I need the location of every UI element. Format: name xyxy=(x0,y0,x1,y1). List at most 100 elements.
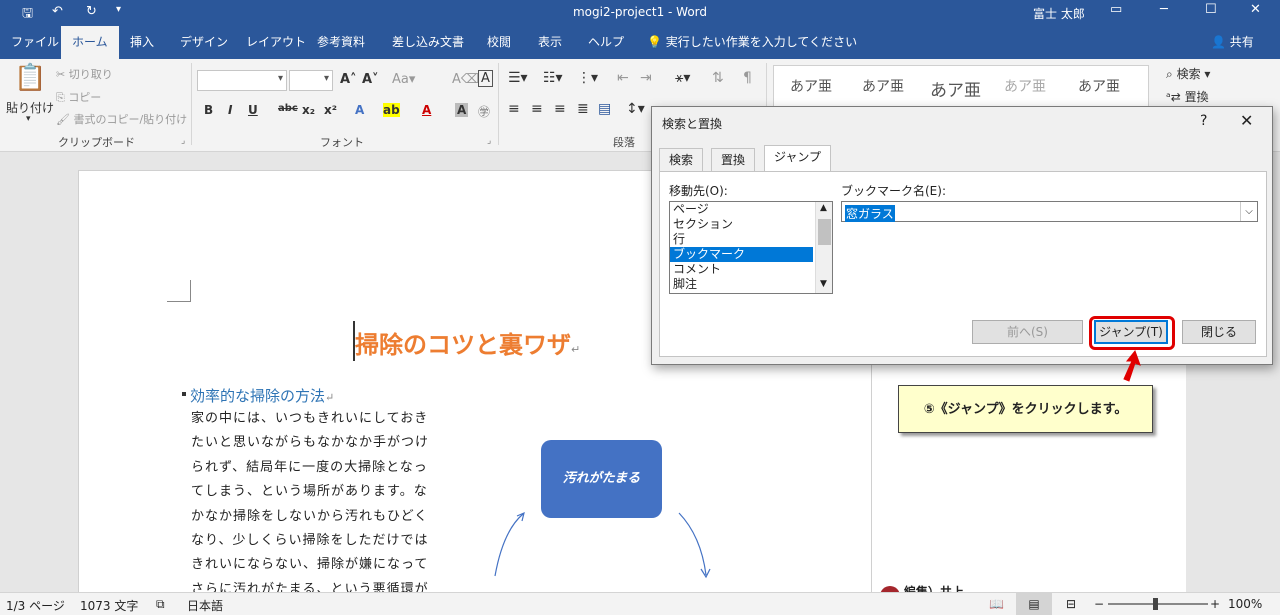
language[interactable]: 日本語 xyxy=(187,597,223,614)
list-item[interactable]: セクション xyxy=(670,217,813,232)
zoom-level[interactable]: 100% xyxy=(1228,597,1262,611)
print-layout-icon[interactable]: ▤ xyxy=(1016,593,1052,615)
web-layout-icon[interactable]: ⊟ xyxy=(1066,597,1076,611)
highlight-icon[interactable]: ab xyxy=(383,103,400,117)
italic-icon[interactable]: I xyxy=(228,103,232,117)
tab-file[interactable]: ファイル xyxy=(0,26,70,59)
style-item[interactable]: あア亜 xyxy=(930,76,981,101)
paste-icon[interactable]: 📋 xyxy=(14,63,46,93)
style-item[interactable]: あア亜 xyxy=(1078,76,1120,96)
maximize-button[interactable]: ☐ xyxy=(1205,2,1217,17)
enclose-char-icon[interactable]: ㊫ xyxy=(478,103,490,120)
previous-button[interactable]: 前へ(S) xyxy=(972,320,1083,344)
bullets-icon[interactable]: ☰▾ xyxy=(508,70,528,86)
listbox-scrollbar[interactable]: ▲ ▼ xyxy=(815,202,832,293)
zoom-thumb[interactable] xyxy=(1153,598,1158,610)
text-effects-icon[interactable]: A xyxy=(355,103,364,117)
scroll-thumb[interactable] xyxy=(818,219,831,245)
list-item-selected[interactable]: ブックマーク xyxy=(670,247,813,262)
page-count[interactable]: 1/3 ページ xyxy=(6,597,65,614)
proofing-icon[interactable]: ⧉ xyxy=(156,597,165,612)
document-subheading[interactable]: 効率的な掃除の方法↵ xyxy=(190,385,334,406)
zoom-out-icon[interactable]: − xyxy=(1094,597,1104,611)
shrink-font-icon[interactable]: A˅ xyxy=(362,72,379,87)
justify-icon[interactable]: ≣ xyxy=(577,101,589,117)
bold-icon[interactable]: B xyxy=(204,103,213,117)
ribbon-display-icon[interactable]: ▭ xyxy=(1110,2,1122,17)
tab-goto[interactable]: ジャンプ xyxy=(764,145,832,172)
find-button[interactable]: ⌕ 検索 ▾ xyxy=(1166,65,1210,82)
zoom-in-icon[interactable]: + xyxy=(1210,597,1220,611)
copy-button[interactable]: ⎘ コピー xyxy=(56,89,101,105)
tab-design[interactable]: デザイン xyxy=(169,26,239,59)
superscript-icon[interactable]: x² xyxy=(324,103,337,117)
multilevel-icon[interactable]: ⋮▾ xyxy=(577,70,598,86)
style-item[interactable]: あア亜 xyxy=(1004,76,1046,96)
strikethrough-icon[interactable]: abc xyxy=(278,103,298,114)
tab-references[interactable]: 参考資料 xyxy=(306,26,376,59)
line-spacing-icon[interactable]: ↕▾ xyxy=(626,101,645,117)
sort-az-icon[interactable]: ⇅ xyxy=(712,70,724,86)
show-marks-icon[interactable]: ¶ xyxy=(743,70,752,86)
tab-mailings[interactable]: 差し込み文書 xyxy=(381,26,475,59)
style-item[interactable]: あア亜 xyxy=(862,76,904,96)
help-icon[interactable]: ? xyxy=(1200,113,1207,129)
scroll-down-icon[interactable]: ▼ xyxy=(820,279,827,289)
close-button[interactable]: 閉じる xyxy=(1182,320,1256,344)
tab-layout[interactable]: レイアウト xyxy=(235,26,317,59)
clipboard-launcher-icon[interactable]: ⌟ xyxy=(181,136,185,146)
font-launcher-icon[interactable]: ⌟ xyxy=(487,136,491,146)
char-shading-icon[interactable]: A xyxy=(455,103,469,117)
bookmark-combo[interactable]: 窓ガラス ⌵ xyxy=(841,201,1258,222)
list-item[interactable]: 行 xyxy=(670,232,813,247)
minimize-button[interactable]: ─ xyxy=(1160,2,1168,17)
change-case-icon[interactable]: Aa▾ xyxy=(392,72,415,87)
read-mode-icon[interactable]: 📖 xyxy=(989,597,1004,611)
tab-home[interactable]: ホーム xyxy=(61,26,119,59)
char-border-icon[interactable]: A xyxy=(478,70,493,87)
distributed-icon[interactable]: ▤ xyxy=(598,101,611,117)
tab-review[interactable]: 校閲 xyxy=(476,26,522,59)
goto-listbox[interactable]: ページ セクション 行 ブックマーク コメント 脚注 ▲ ▼ xyxy=(669,201,833,294)
sort-icon[interactable]: ⚹▾ xyxy=(675,70,690,86)
tab-view[interactable]: 表示 xyxy=(527,26,573,59)
font-name-combo[interactable] xyxy=(197,70,287,91)
document-title[interactable]: 掃除のコツと裏ワザ↵ xyxy=(355,325,580,360)
scroll-up-icon[interactable]: ▲ xyxy=(820,203,827,213)
decrease-indent-icon[interactable]: ⇤ xyxy=(617,70,629,86)
document-body-text[interactable]: 家の中には、いつもきれいにしておきたいと思いながらもなかなか手がつけられず、結局… xyxy=(191,407,441,615)
list-item[interactable]: コメント xyxy=(670,262,813,277)
subscript-icon[interactable]: x₂ xyxy=(302,103,315,117)
font-color-icon[interactable]: A xyxy=(422,103,431,117)
underline-icon[interactable]: U xyxy=(248,103,258,117)
align-right-icon[interactable]: ≡ xyxy=(554,101,566,117)
tab-help[interactable]: ヘルプ xyxy=(577,26,635,59)
cut-button[interactable]: ✂ 切り取り xyxy=(56,66,113,82)
align-center-icon[interactable]: ≡ xyxy=(531,101,543,117)
align-left-icon[interactable]: ≡ xyxy=(508,101,520,117)
replace-button[interactable]: ᵃ⇄ 置換 xyxy=(1166,88,1209,105)
numbering-icon[interactable]: ☷▾ xyxy=(543,70,563,86)
format-painter-button[interactable]: 🖌 書式のコピー/貼り付け xyxy=(56,111,187,127)
close-window-button[interactable]: ✕ xyxy=(1250,2,1261,17)
style-item[interactable]: あア亜 xyxy=(790,76,832,96)
tab-insert[interactable]: 挿入 xyxy=(119,26,165,59)
bookmark-value: 窓ガラス xyxy=(845,205,895,222)
word-count[interactable]: 1073 文字 xyxy=(80,597,138,614)
tell-me-box[interactable]: 💡 実行したい作業を入力してください xyxy=(636,26,868,59)
share-button[interactable]: 👤 共有 xyxy=(1200,26,1265,59)
list-item[interactable]: ページ xyxy=(670,202,813,217)
increase-indent-icon[interactable]: ⇥ xyxy=(640,70,652,86)
styles-gallery[interactable]: あア亜 あア亜 あア亜 あア亜 あア亜 xyxy=(773,65,1149,111)
user-name[interactable]: 富士 太郎 xyxy=(1033,5,1085,22)
zoom-slider[interactable] xyxy=(1108,603,1208,605)
clear-format-icon[interactable]: A⌫ xyxy=(452,72,479,87)
grow-font-icon[interactable]: A˄ xyxy=(340,72,357,87)
font-size-combo[interactable] xyxy=(289,70,333,91)
tab-find[interactable]: 検索 xyxy=(659,148,704,171)
chevron-down-icon[interactable]: ⌵ xyxy=(1240,202,1257,221)
paste-options-icon[interactable]: ▾ xyxy=(26,114,31,124)
close-icon[interactable]: ✕ xyxy=(1240,111,1253,130)
tab-replace[interactable]: 置換 xyxy=(711,148,756,171)
list-item[interactable]: 脚注 xyxy=(670,277,813,292)
